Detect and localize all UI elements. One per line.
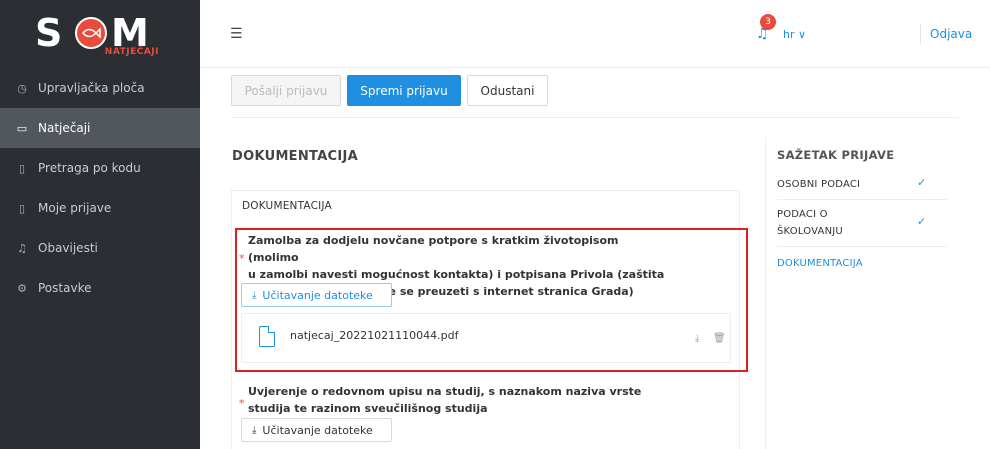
- sidebar-item-settings[interactable]: ⚙ Postavke: [0, 268, 200, 308]
- upload-file-button[interactable]: ⤓ Učitavanje datoteke: [241, 418, 392, 442]
- document-label-line: studija te razinom sveučilišnog studija: [248, 402, 488, 415]
- summary-item-label: DOKUMENTACIJA: [777, 258, 863, 269]
- download-icon[interactable]: ⤓: [695, 333, 699, 344]
- cancel-button[interactable]: Odustani: [467, 75, 548, 106]
- document-icon: ▯: [18, 161, 26, 175]
- sidebar-item-label: Moje prijave: [38, 201, 112, 215]
- check-icon: ✓: [917, 176, 927, 189]
- sidebar-item-notifications[interactable]: ♫ Obavijesti: [0, 228, 200, 268]
- upload-icon: ⤓: [252, 289, 257, 301]
- sidebar-item-label: Obavijesti: [38, 241, 98, 255]
- logo-mark: S M NATJEČAJI: [35, 9, 165, 59]
- sidebar-item-my-applications[interactable]: ▯ Moje prijave: [0, 188, 200, 228]
- summary-divider: [765, 137, 766, 449]
- summary-separator: [777, 246, 947, 247]
- upload-icon: ⤓: [252, 424, 257, 436]
- logout-link[interactable]: Odjava: [930, 27, 972, 41]
- sidebar-item-label: Postavke: [38, 281, 92, 295]
- fish-icon: [75, 17, 107, 49]
- delete-icon[interactable]: 🗑: [713, 333, 726, 344]
- required-mark: *: [239, 397, 245, 410]
- upload-label: Učitavanje datoteke: [262, 423, 373, 437]
- upload-label: Učitavanje datoteke: [262, 288, 373, 302]
- document-requirement-label: Uvjerenje o redovnom upisu na studij, s …: [248, 383, 668, 417]
- toolbar-divider: [231, 117, 959, 118]
- summary-separator: [777, 199, 947, 200]
- card-title: DOKUMENTACIJA: [242, 200, 332, 212]
- document-label-line: u zamolbi navesti mogućnost kontakta) i …: [248, 268, 665, 281]
- logo-letter-s: S: [35, 11, 62, 55]
- logo-subtitle: NATJEČAJI: [104, 47, 159, 57]
- sidebar-item-label: Natječaji: [38, 121, 91, 135]
- sidebar-item-dashboard[interactable]: ◷ Upravljačka ploča: [0, 68, 200, 108]
- language-selector[interactable]: hr ∨: [783, 28, 806, 41]
- bell-icon: ♫: [17, 241, 27, 255]
- menu-toggle-icon[interactable]: ☰: [230, 26, 243, 42]
- section-title: DOKUMENTACIJA: [232, 149, 359, 164]
- sidebar: S M NATJEČAJI ◷ Upravljačka ploča ▭ Natj…: [0, 0, 200, 449]
- gear-icon: ⚙: [17, 281, 27, 295]
- uploaded-file-name[interactable]: natjecaj_20221021110044.pdf: [290, 329, 459, 342]
- check-icon: ✓: [917, 215, 927, 228]
- summary-item-documentation[interactable]: DOKUMENTACIJA: [777, 255, 947, 272]
- folder-icon: ▭: [16, 121, 28, 135]
- file-icon: [259, 326, 275, 347]
- required-mark: *: [239, 252, 245, 265]
- sidebar-item-label: Upravljačka ploča: [38, 81, 145, 95]
- document-label-line: Uvjerenje o redovnom upisu na studij, s …: [248, 385, 642, 398]
- save-application-button[interactable]: Spremi prijavu: [347, 75, 461, 106]
- notification-count-badge: 3: [760, 14, 776, 30]
- sidebar-item-search-by-code[interactable]: ▯ Pretraga po kodu: [0, 148, 200, 188]
- dashboard-icon: ◷: [17, 81, 27, 95]
- sidebar-nav: ◷ Upravljačka ploča ▭ Natječaji ▯ Pretra…: [0, 68, 200, 308]
- sidebar-item-label: Pretraga po kodu: [38, 161, 141, 175]
- top-header: ☰ ♫ 3 hr ∨ Odjava: [200, 0, 990, 68]
- summary-title: SAŽETAK PRIJAVE: [777, 148, 895, 162]
- logo[interactable]: S M NATJEČAJI: [0, 0, 200, 68]
- header-divider: [920, 24, 921, 44]
- submit-application-button[interactable]: Pošalji prijavu: [231, 75, 341, 106]
- sidebar-item-competitions[interactable]: ▭ Natječaji: [0, 108, 200, 148]
- document-icon: ▯: [18, 201, 26, 215]
- upload-file-button[interactable]: ⤓ Učitavanje datoteke: [241, 283, 392, 307]
- document-label-line: Zamolba za dodjelu novčane potpore s kra…: [248, 234, 619, 264]
